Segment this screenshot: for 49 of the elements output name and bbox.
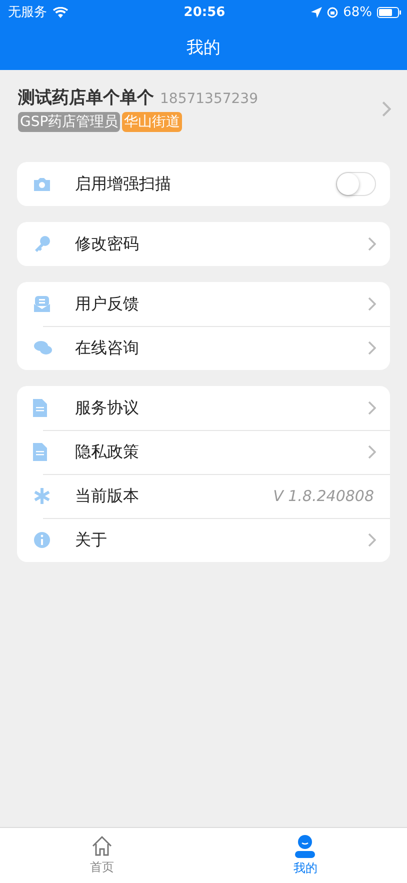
page-title: 我的 xyxy=(186,36,220,58)
asterisk-icon xyxy=(33,487,51,505)
settings-row[interactable]: 启用增强扫描 xyxy=(17,162,390,206)
info-icon xyxy=(33,531,51,549)
battery-text: 68% xyxy=(343,4,372,20)
chat-icon xyxy=(33,340,53,356)
key-icon xyxy=(33,235,51,253)
row-label: 隐私政策 xyxy=(75,442,140,462)
document-icon xyxy=(33,399,47,417)
location-icon xyxy=(311,6,322,18)
user-name: 测试药店单个单个 xyxy=(18,87,154,109)
phone-number: 18571357239 xyxy=(160,91,258,107)
settings-row[interactable]: 隐私政策 xyxy=(17,430,390,474)
tab-item[interactable]: 首页 xyxy=(0,828,204,883)
chevron-icon xyxy=(368,237,376,251)
camera-icon xyxy=(33,176,51,192)
settings-row[interactable]: 用户反馈 xyxy=(17,282,390,326)
chevron-icon xyxy=(382,101,391,117)
carrier-text: 无服务 xyxy=(8,4,47,21)
tab-item[interactable]: 我的 xyxy=(204,828,407,883)
chevron-icon xyxy=(368,401,376,415)
row-label: 服务协议 xyxy=(75,398,140,418)
chevron-icon xyxy=(368,445,376,459)
document-icon xyxy=(33,443,47,461)
settings-row[interactable]: 关于 xyxy=(17,518,390,562)
toggle-switch[interactable] xyxy=(336,172,376,196)
rotation-lock-icon xyxy=(327,6,338,18)
chevron-icon xyxy=(368,533,376,547)
role-tag: GSP药店管理员 xyxy=(18,112,120,132)
clock-text: 20:56 xyxy=(184,4,226,20)
settings-row[interactable]: 服务协议 xyxy=(17,386,390,430)
user-icon xyxy=(293,834,318,858)
row-label: 当前版本 xyxy=(75,486,140,506)
wifi-icon xyxy=(53,6,68,18)
chevron-icon xyxy=(368,341,376,355)
settings-row[interactable]: 在线咨询 xyxy=(17,326,390,370)
version-text: V 1.8.240808 xyxy=(273,487,374,505)
home-icon xyxy=(90,835,113,857)
row-label: 关于 xyxy=(75,530,108,550)
settings-row[interactable]: 当前版本 V 1.8.240808 xyxy=(17,474,390,518)
row-label: 用户反馈 xyxy=(75,294,140,314)
feedback-icon xyxy=(33,295,51,313)
row-label: 修改密码 xyxy=(75,234,140,254)
row-label: 启用增强扫描 xyxy=(75,174,172,194)
role-tag: 华山街道 xyxy=(122,112,182,132)
battery-icon xyxy=(376,6,401,18)
settings-row[interactable]: 修改密码 xyxy=(17,222,390,266)
chevron-icon xyxy=(368,297,376,311)
row-label: 在线咨询 xyxy=(75,338,140,358)
